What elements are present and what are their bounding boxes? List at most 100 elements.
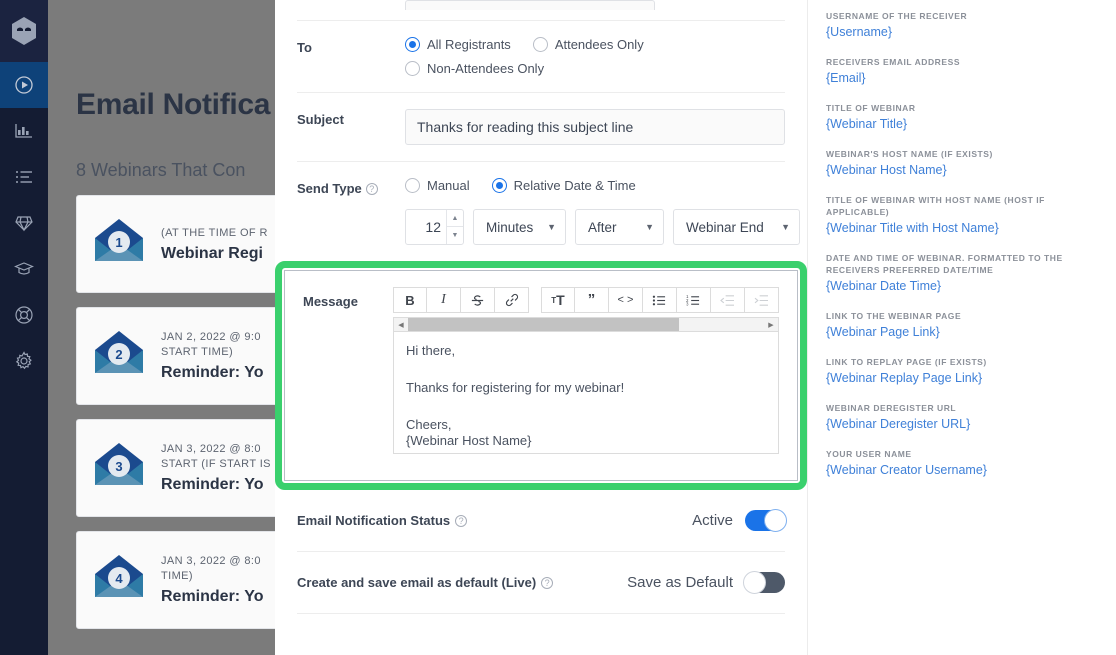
scrollbar-track[interactable] xyxy=(408,318,764,331)
merge-tag-value[interactable]: {Webinar Creator Username} xyxy=(826,463,1096,478)
radio-icon[interactable] xyxy=(491,178,507,193)
send-anchor-value: Webinar End xyxy=(686,219,764,235)
panel-form-column: To All Registrants Attendees Only Non-At… xyxy=(275,0,807,655)
message-body-textarea[interactable]: Hi there, Thanks for registering for my … xyxy=(393,332,779,454)
sidebar-item-list[interactable] xyxy=(0,154,48,200)
to-option-all-registrants[interactable]: All Registrants xyxy=(405,37,511,52)
merge-tag-value[interactable]: {Webinar Title} xyxy=(826,117,1096,132)
help-icon[interactable]: ? xyxy=(455,514,468,527)
sidebar-item-gem[interactable] xyxy=(0,200,48,246)
webinar-card-text: JAN 3, 2022 @ 8:0 TIME) Reminder: Yo xyxy=(161,554,264,606)
svg-text:3: 3 xyxy=(115,459,122,474)
blockquote-icon[interactable]: ” xyxy=(575,287,609,313)
send-type-option-manual[interactable]: Manual xyxy=(405,178,470,193)
sidebar-item-settings[interactable] xyxy=(0,338,48,384)
outdent-icon[interactable] xyxy=(711,287,745,313)
scroll-right-icon[interactable]: ▶ xyxy=(764,321,778,329)
merge-tag-description: LINK TO REPLAY PAGE (IF EXISTS) xyxy=(826,357,987,367)
code-icon[interactable]: < > xyxy=(609,287,643,313)
editor-toolbar: B I T T ” < > 1 2 3 xyxy=(393,287,779,313)
save-default-toggle[interactable] xyxy=(743,571,785,594)
merge-tag-description: WEBINAR'S HOST NAME (IF EXISTS) xyxy=(826,149,993,159)
indent-icon[interactable] xyxy=(745,287,779,313)
subject-input[interactable] xyxy=(405,109,785,145)
chevron-down-icon: ▼ xyxy=(645,222,654,232)
send-anchor-select[interactable]: Webinar End ▼ xyxy=(673,209,800,245)
merge-tag-item: LINK TO REPLAY PAGE (IF EXISTS) {Webinar … xyxy=(826,356,1096,386)
merge-tag-item: WEBINAR'S HOST NAME (IF EXISTS) {Webinar … xyxy=(826,148,1096,178)
stepper-arrows[interactable]: ▲ ▼ xyxy=(446,210,463,244)
sidebar-item-webinars[interactable] xyxy=(0,62,48,108)
link-icon[interactable] xyxy=(495,287,529,313)
sidebar-item-training[interactable] xyxy=(0,246,48,292)
to-row: To All Registrants Attendees Only Non-At… xyxy=(297,21,785,93)
send-unit-select[interactable]: Minutes ▼ xyxy=(473,209,566,245)
editor-toolbar-group-format: B I xyxy=(393,287,529,313)
message-line: Thanks for registering for my webinar! xyxy=(406,380,625,395)
radio-icon[interactable] xyxy=(405,61,420,76)
merge-tag-value[interactable]: {Webinar Deregister URL} xyxy=(826,417,1096,432)
merge-tag-item: WEBINAR DEREGISTER URL {Webinar Deregiste… xyxy=(826,402,1096,432)
merge-tag-value[interactable]: {Webinar Page Link} xyxy=(826,325,1096,340)
app-sidebar xyxy=(0,0,48,655)
previous-field-input-stub[interactable] xyxy=(405,0,655,10)
bold-icon[interactable]: B xyxy=(393,287,427,313)
send-amount-stepper[interactable]: 12 ▲ ▼ xyxy=(405,209,464,245)
merge-tag-description: WEBINAR DEREGISTER URL xyxy=(826,403,957,413)
merge-tag-value[interactable]: {Webinar Title with Host Name} xyxy=(826,221,1096,236)
svg-text:3: 3 xyxy=(686,301,689,306)
send-direction-select[interactable]: After ▼ xyxy=(575,209,664,245)
merge-tag-value[interactable]: {Webinar Host Name} xyxy=(826,163,1096,178)
merge-tag-value[interactable]: {Webinar Replay Page Link} xyxy=(826,371,1096,386)
help-icon[interactable]: ? xyxy=(541,576,554,589)
strikethrough-icon[interactable] xyxy=(461,287,495,313)
merge-tag-value[interactable]: {Webinar Date Time} xyxy=(826,279,1096,294)
to-option-non-attendees-only[interactable]: Non-Attendees Only xyxy=(405,61,544,76)
italic-icon[interactable]: I xyxy=(427,287,461,313)
envelope-icon: 2 xyxy=(91,328,147,385)
envelope-icon: 4 xyxy=(91,552,147,609)
webinar-card-meta: JAN 3, 2022 @ 8:0 START (IF START IS xyxy=(161,443,271,470)
unordered-list-icon[interactable] xyxy=(643,287,677,313)
stepper-down-icon[interactable]: ▼ xyxy=(447,227,463,244)
subject-row: Subject xyxy=(297,93,785,162)
to-options-line-1: All Registrants Attendees Only xyxy=(405,37,785,52)
font-size-icon[interactable]: TT xyxy=(541,287,575,313)
send-type-option-label: Manual xyxy=(427,178,470,193)
stepper-up-icon[interactable]: ▲ xyxy=(447,210,463,227)
merge-tag-value[interactable]: {Email} xyxy=(826,71,1096,86)
radio-icon[interactable] xyxy=(405,178,420,193)
send-amount-value[interactable]: 12 xyxy=(406,210,446,244)
webinar-card-meta: JAN 2, 2022 @ 9:0 START TIME) xyxy=(161,331,261,358)
scroll-left-icon[interactable]: ◀ xyxy=(394,321,408,329)
save-default-row: Create and save email as default (Live) … xyxy=(297,552,785,614)
merge-tag-description: TITLE OF WEBINAR xyxy=(826,103,916,113)
send-type-label: Send Type ? xyxy=(297,178,405,196)
to-option-label: Attendees Only xyxy=(554,37,644,52)
send-direction-value: After xyxy=(588,219,617,235)
message-line: Hi there, xyxy=(406,343,456,358)
to-option-label: Non-Attendees Only xyxy=(427,61,545,76)
sidebar-item-help[interactable] xyxy=(0,292,48,338)
merge-tag-item: DATE AND TIME OF WEBINAR. FORMATTED TO T… xyxy=(826,252,1096,294)
radio-icon[interactable] xyxy=(405,37,420,52)
merge-tag-item: RECEIVERS EMAIL ADDRESS {Email} xyxy=(826,56,1096,86)
merge-tag-value[interactable]: {Username} xyxy=(826,25,1096,40)
scrollbar-thumb[interactable] xyxy=(408,318,679,331)
logo-hexagon-icon[interactable] xyxy=(0,0,48,62)
help-icon[interactable]: ? xyxy=(365,182,378,195)
to-option-attendees-only[interactable]: Attendees Only xyxy=(532,37,644,52)
send-unit-value: Minutes xyxy=(486,219,534,235)
email-status-toggle[interactable] xyxy=(745,509,787,532)
email-status-label: Email Notification Status ? xyxy=(297,513,692,528)
sidebar-item-analytics[interactable] xyxy=(0,108,48,154)
subject-label: Subject xyxy=(297,112,344,127)
previous-field-partial xyxy=(297,0,785,21)
radio-icon[interactable] xyxy=(532,37,548,52)
send-type-option-relative[interactable]: Relative Date & Time xyxy=(491,178,636,193)
ordered-list-icon[interactable]: 1 2 3 xyxy=(677,287,711,313)
webinar-card-title: Reminder: Yo xyxy=(161,364,264,381)
to-options: All Registrants Attendees Only Non-Atten… xyxy=(405,37,785,76)
message-row-highlight: Message B I T T ” < > 1 2 3 ◀ ▶ Hi there… xyxy=(275,261,807,490)
editor-horizontal-scrollbar[interactable]: ◀ ▶ xyxy=(393,317,779,332)
